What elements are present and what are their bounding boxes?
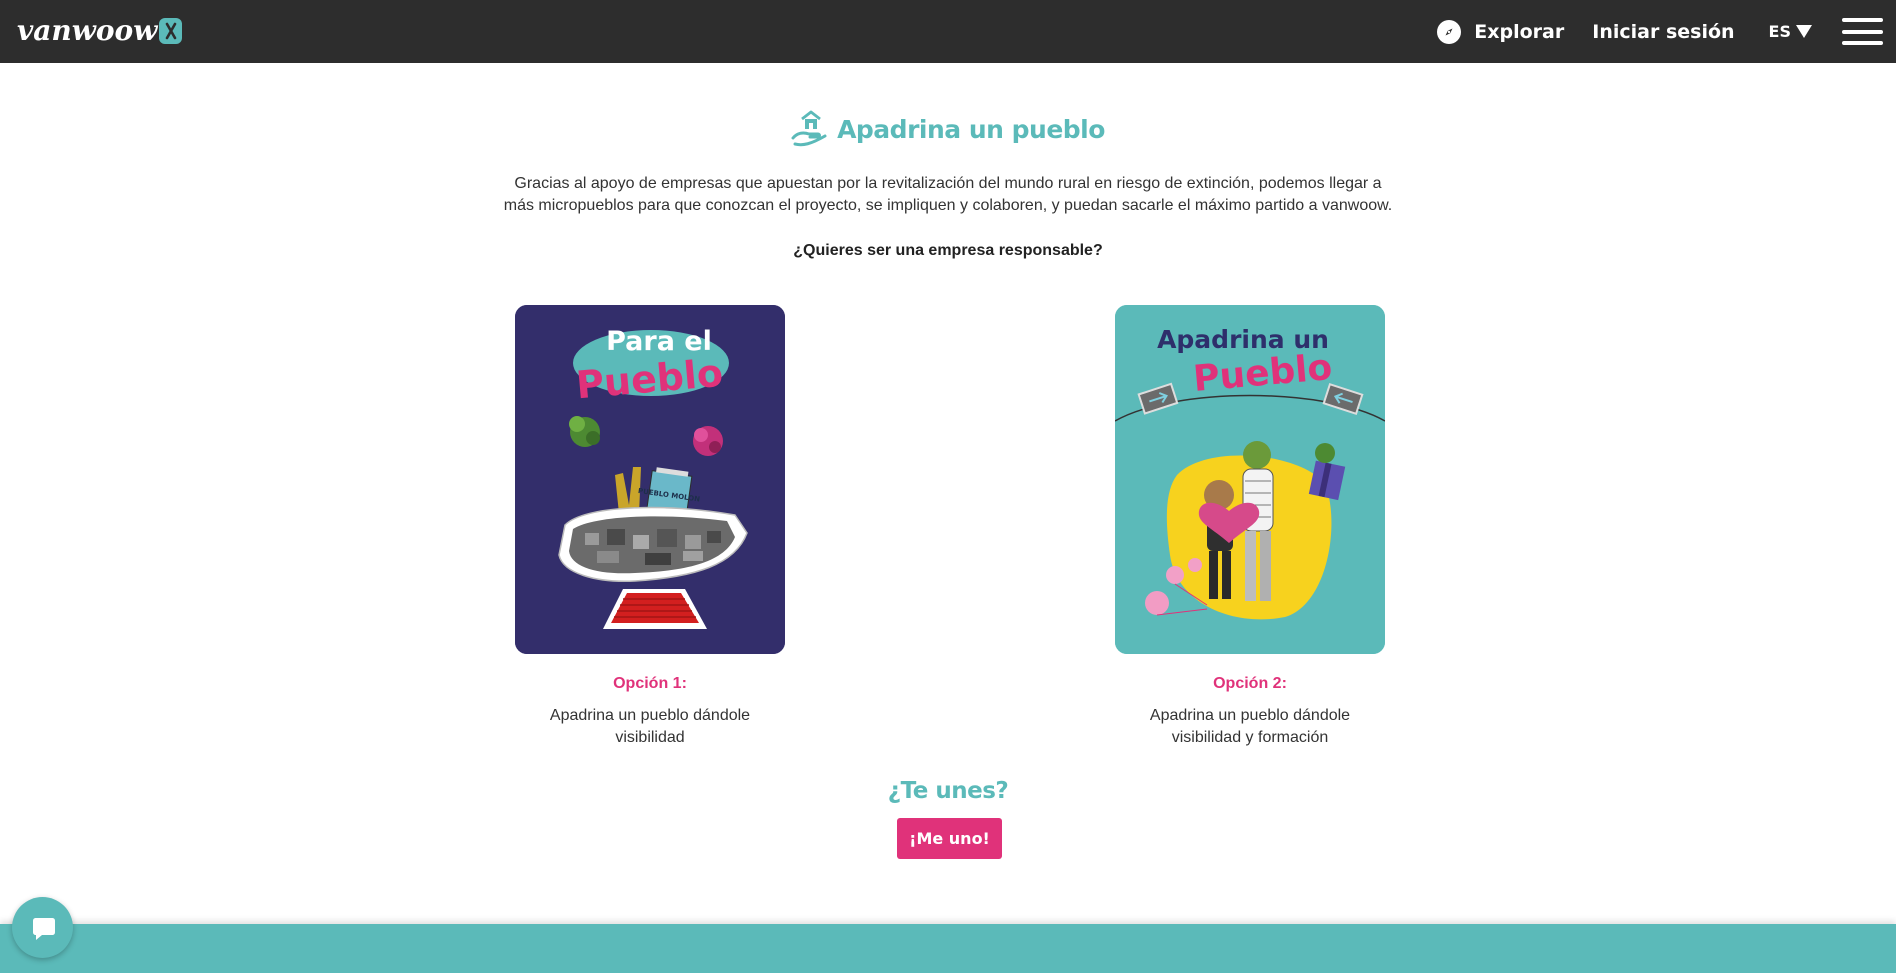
top-navigation-bar: vanwoow Explorar Iniciar sesión ES (0, 0, 1896, 63)
responsible-company-question: ¿Quieres ser una empresa responsable? (793, 242, 1103, 259)
hamburger-menu-icon[interactable] (1842, 18, 1883, 45)
join-button[interactable]: ¡Me uno! (897, 818, 1002, 859)
logo-badge-icon (159, 18, 183, 44)
caret-down-icon (1796, 25, 1812, 38)
pink-flower-decoration (693, 426, 723, 456)
login-link[interactable]: Iniciar sesión (1592, 21, 1734, 43)
explore-link[interactable]: Explorar (1437, 19, 1565, 44)
option-1-description: Apadrina un pueblo dándole visibilidad (549, 707, 751, 746)
option-1-label: Opción 1: (613, 675, 687, 692)
option-2-poster[interactable]: Apadrina un Pueblo (1115, 305, 1385, 654)
language-selector[interactable]: ES (1769, 22, 1812, 41)
section-title: Apadrina un pueblo (837, 114, 1105, 144)
option-2-label: Opción 2: (1213, 675, 1287, 692)
language-code: ES (1768, 22, 1791, 41)
join-title: ¿Te unes? (887, 778, 1009, 804)
explore-label: Explorar (1474, 20, 1565, 43)
chat-bubble-icon (32, 917, 55, 940)
header-nav: Explorar Iniciar sesión ES (1437, 0, 1896, 63)
intro-paragraph: Gracias al apoyo de empresas que apuesta… (503, 175, 1393, 214)
vanwoow-logo[interactable]: vanwoow (17, 14, 183, 48)
hand-house-icon (791, 110, 827, 147)
logo-text: vanwoow (17, 14, 158, 47)
compass-icon (1437, 19, 1462, 44)
chat-button[interactable] (12, 897, 73, 958)
section-heading: Apadrina un pueblo (0, 110, 1896, 148)
footer-band (0, 924, 1896, 973)
option-2-description: Apadrina un pueblo dándole visibilidad y… (1149, 707, 1351, 746)
option-1-poster[interactable]: Para el Pueblo PUEBLO MOLON (515, 305, 785, 654)
